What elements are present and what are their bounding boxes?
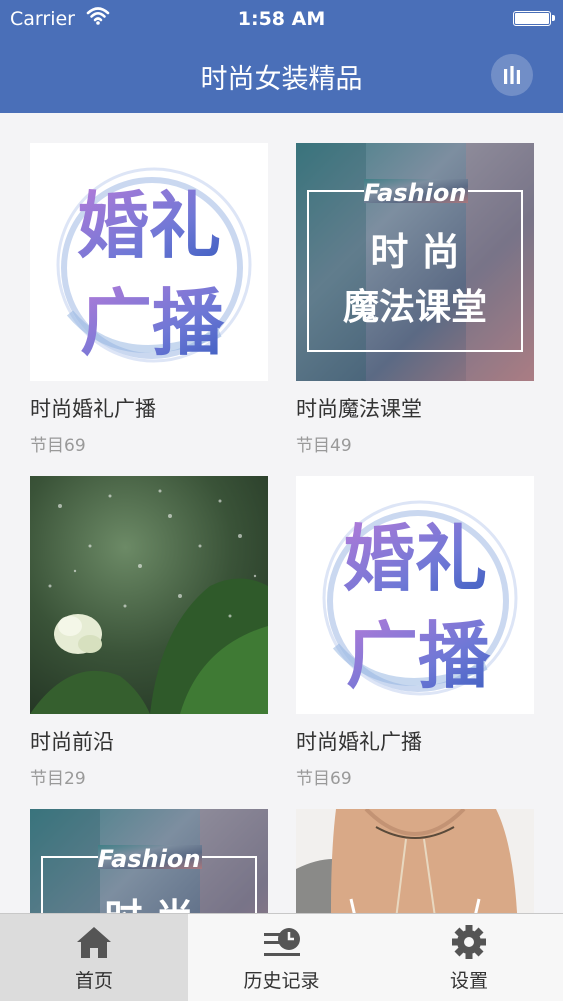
now-playing-button[interactable] <box>491 54 533 96</box>
program-count: 节目29 <box>30 764 268 789</box>
cover-text-line2: 广播 <box>80 281 225 365</box>
cover-text-line2: 魔法课堂 <box>343 287 487 328</box>
tab-settings[interactable]: 设置 <box>375 914 563 1001</box>
gear-icon <box>452 925 486 959</box>
program-cover-image <box>30 476 268 714</box>
equalizer-icon <box>504 66 520 84</box>
status-bar: Carrier 1:58 AM <box>0 0 563 38</box>
cover-text-line1: 时 尚 <box>370 230 459 274</box>
count-prefix: 节目 <box>296 769 330 789</box>
clock: 1:58 AM <box>237 8 326 30</box>
program-grid: 婚礼 广播 时尚婚礼广播 节目69 Fashion 时 尚 魔法课堂 时尚魔法课… <box>0 113 563 913</box>
program-card[interactable]: Fashion 时 尚 魔法课堂 时尚魔法课堂 节目49 <box>296 143 534 456</box>
count-prefix: 节目 <box>30 769 64 789</box>
count-value: 29 <box>64 769 86 789</box>
program-card[interactable]: 婚礼 广播 时尚婚礼广播 节目69 <box>30 143 268 456</box>
cover-text-line1: 时 尚 <box>104 896 193 913</box>
count-value: 69 <box>330 769 352 789</box>
program-card[interactable]: 时尚前沿 节目29 <box>30 476 268 789</box>
program-title: 时尚婚礼广播 <box>30 397 156 421</box>
cover-text-line1: 婚礼 <box>77 184 221 268</box>
program-title: 时尚魔法课堂 <box>296 397 422 421</box>
program-count: 节目69 <box>30 431 268 456</box>
cover-text-line1: 婚礼 <box>343 517 487 601</box>
program-title: 时尚前沿 <box>30 730 114 754</box>
program-card[interactable]: Fashion 时 尚 <box>30 809 268 913</box>
program-cover-image: Fashion 时 尚 魔法课堂 <box>296 143 534 381</box>
program-count: 节目69 <box>296 764 534 789</box>
program-card[interactable]: 婚礼 广播 时尚婚礼广播 节目69 <box>296 476 534 789</box>
count-prefix: 节目 <box>296 436 330 456</box>
count-value: 69 <box>64 436 86 456</box>
navigation-bar: 时尚女装精品 <box>0 38 563 113</box>
program-cover-image: 婚礼 广播 <box>30 143 268 381</box>
tab-label: 首页 <box>74 970 113 992</box>
cover-text-line2: 广播 <box>346 614 491 698</box>
program-cover-image <box>296 809 534 913</box>
program-card[interactable] <box>296 809 534 913</box>
program-cover-image: Fashion 时 尚 <box>30 809 268 913</box>
history-icon <box>263 928 300 956</box>
cover-script-text: Fashion <box>363 179 466 207</box>
tab-history[interactable]: 历史记录 <box>188 914 375 1001</box>
battery-icon <box>513 11 555 26</box>
tab-home[interactable]: 首页 <box>0 914 188 1001</box>
program-title: 时尚婚礼广播 <box>296 730 422 754</box>
page-title: 时尚女装精品 <box>200 64 363 95</box>
tab-label: 历史记录 <box>243 970 320 992</box>
cover-script-text: Fashion <box>97 845 200 873</box>
program-count: 节目49 <box>296 431 534 456</box>
tab-bar: 首页 历史记录 设置 <box>0 913 563 1001</box>
program-cover-image: 婚礼 广播 <box>296 476 534 714</box>
tab-label: 设置 <box>449 970 488 992</box>
home-icon <box>77 927 111 958</box>
count-value: 49 <box>330 436 352 456</box>
count-prefix: 节目 <box>30 436 64 456</box>
